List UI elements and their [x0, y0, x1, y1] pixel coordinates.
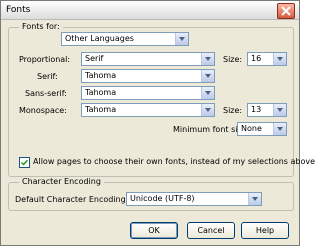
- default-encoding-label: Default Character Encoding:: [15, 195, 129, 204]
- monospace-value: Tahoma: [85, 105, 117, 114]
- chevron-down-icon: [201, 104, 214, 116]
- window-title: Fonts: [6, 5, 31, 15]
- chevron-down-icon: [273, 123, 286, 135]
- sans-serif-label: Sans-serif:: [25, 89, 67, 98]
- close-button[interactable]: [277, 3, 295, 19]
- title-bar[interactable]: Fonts: [1, 1, 299, 20]
- close-icon: [281, 6, 291, 16]
- minimum-font-size-value: None: [241, 124, 262, 133]
- size-select[interactable]: 16: [247, 52, 287, 66]
- fonts-for-select[interactable]: Other Languages: [61, 32, 189, 46]
- default-encoding-select[interactable]: Unicode (UTF-8): [126, 192, 262, 206]
- character-encoding-group: Character Encoding Default Character Enc…: [8, 177, 294, 211]
- chevron-down-icon: [273, 53, 286, 65]
- chevron-down-icon: [201, 70, 214, 82]
- serif-label: Serif:: [37, 72, 58, 81]
- allow-pages-label: Allow pages to choose their own fonts, i…: [33, 157, 316, 166]
- chevron-down-icon: [201, 53, 214, 65]
- chevron-down-icon: [175, 33, 188, 45]
- proportional-value: Serif: [85, 54, 104, 63]
- sans-serif-value: Tahoma: [85, 88, 117, 97]
- serif-select[interactable]: Tahoma: [81, 69, 215, 83]
- fonts-dialog: Fonts Fonts for: Other Languages Proport…: [0, 0, 315, 246]
- fonts-for-value: Other Languages: [65, 34, 134, 43]
- proportional-select[interactable]: Serif: [81, 52, 215, 66]
- default-encoding-value: Unicode (UTF-8): [130, 194, 195, 203]
- serif-value: Tahoma: [85, 71, 117, 80]
- help-button[interactable]: Help: [241, 222, 289, 239]
- size-value: 16: [251, 54, 262, 63]
- chevron-down-icon: [201, 87, 214, 99]
- monospace-select[interactable]: Tahoma: [81, 103, 215, 117]
- size-label: Size:: [223, 55, 243, 64]
- chevron-down-icon: [273, 104, 286, 116]
- cancel-button[interactable]: Cancel: [187, 222, 235, 239]
- fonts-group: Fonts for: Other Languages Proportional:…: [8, 22, 315, 177]
- sans-serif-select[interactable]: Tahoma: [81, 86, 215, 100]
- chevron-down-icon: [248, 193, 261, 205]
- ok-button[interactable]: OK: [130, 222, 178, 239]
- size-label: Size:: [223, 106, 243, 115]
- character-encoding-label: Character Encoding: [19, 177, 104, 186]
- monospace-size-select[interactable]: 13: [247, 103, 287, 117]
- allow-pages-checkbox[interactable]: [19, 157, 30, 168]
- fonts-for-label: Fonts for:: [19, 22, 63, 31]
- proportional-label: Proportional:: [19, 55, 71, 64]
- monospace-size-value: 13: [251, 105, 262, 114]
- monospace-label: Monospace:: [19, 106, 67, 115]
- checkmark-icon: [21, 159, 28, 166]
- minimum-font-size-select[interactable]: None: [237, 122, 287, 136]
